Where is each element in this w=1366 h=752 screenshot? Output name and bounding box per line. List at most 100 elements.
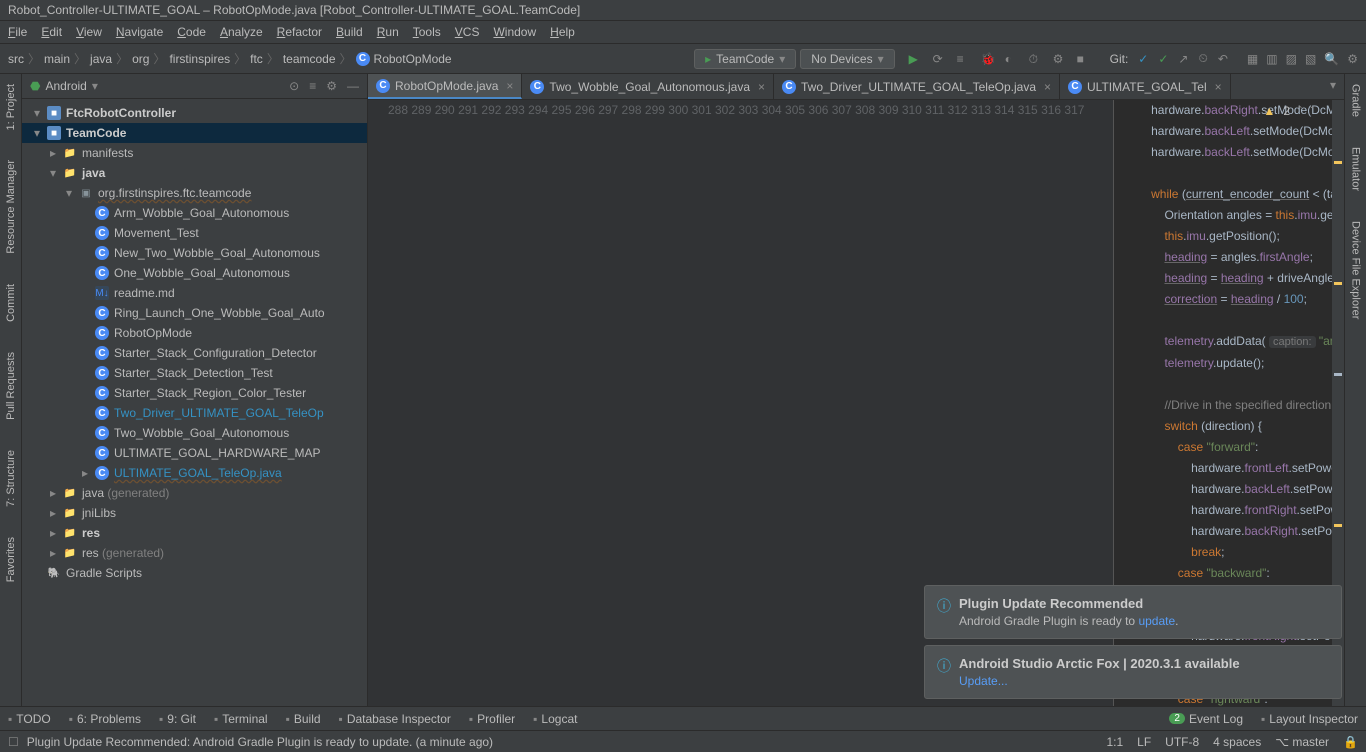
menu-edit[interactable]: Edit (41, 25, 62, 39)
close-tab-icon[interactable]: × (758, 80, 765, 94)
tree-item[interactable]: CRobotOpMode (22, 323, 367, 343)
tree-item[interactable]: ▸📁manifests (22, 143, 367, 163)
tool-window-device-file-explorer[interactable]: Device File Explorer (1350, 216, 1362, 324)
device-selector[interactable]: No Devices▾ (800, 49, 894, 69)
vcs-update-icon[interactable]: ✓ (1138, 52, 1148, 66)
tree-item[interactable]: CRing_Launch_One_Wobble_Goal_Auto (22, 303, 367, 323)
vcs-rollback-icon[interactable]: ↶ (1218, 52, 1228, 66)
tool-window-emulator[interactable]: Emulator (1350, 142, 1362, 196)
tool-window-resource-manager[interactable]: Resource Manager (5, 155, 17, 259)
tree-item[interactable]: ▸📁res (22, 523, 367, 543)
breadcrumb-item[interactable]: ftc (250, 52, 263, 66)
tree-item[interactable]: 🐘Gradle Scripts (22, 563, 367, 583)
menu-refactor[interactable]: Refactor (277, 25, 322, 39)
breadcrumb-item[interactable]: main (44, 52, 70, 66)
menu-navigate[interactable]: Navigate (116, 25, 163, 39)
tree-item[interactable]: ▸📁jniLibs (22, 503, 367, 523)
bottom-tool-database-inspector[interactable]: ▪ Database Inspector (339, 712, 451, 726)
lock-icon[interactable]: 🔒 (1343, 735, 1358, 749)
notification-link[interactable]: update (1138, 614, 1175, 628)
status-widget[interactable]: UTF-8 (1165, 735, 1199, 749)
tool-window-favorites[interactable]: Favorites (5, 532, 17, 587)
tree-item[interactable]: ▾■TeamCode (22, 123, 367, 143)
bottom-tool-logcat[interactable]: ▪ Logcat (533, 712, 577, 726)
menu-build[interactable]: Build (336, 25, 363, 39)
editor-tab[interactable]: CTwo_Driver_ULTIMATE_GOAL_TeleOp.java× (774, 74, 1060, 99)
menu-tools[interactable]: Tools (413, 25, 441, 39)
close-tab-icon[interactable]: × (1044, 80, 1051, 94)
breadcrumb-item[interactable]: firstinspires (169, 52, 230, 66)
attach-icon[interactable]: ⚙ (1053, 52, 1067, 66)
run-icon[interactable]: ▶ (909, 52, 923, 66)
coverage-icon[interactable]: ◐ (1005, 52, 1019, 66)
close-tab-icon[interactable]: × (506, 79, 513, 93)
tree-item[interactable]: ▸📁res (generated) (22, 543, 367, 563)
notification[interactable]: ⓘAndroid Studio Arctic Fox | 2020.3.1 av… (924, 645, 1342, 699)
notification-link[interactable]: Update... (959, 674, 1008, 688)
tool-window-commit[interactable]: Commit (5, 279, 17, 327)
tree-item[interactable]: ▸CULTIMATE_GOAL_TeleOp.java (22, 463, 367, 483)
search-icon[interactable]: 🔍 (1324, 52, 1339, 66)
bottom-tool-terminal[interactable]: ▪ Terminal (214, 712, 268, 726)
menu-window[interactable]: Window (493, 25, 536, 39)
tree-item[interactable]: CTwo_Wobble_Goal_Autonomous (22, 423, 367, 443)
status-widget[interactable]: 4 spaces (1213, 735, 1261, 749)
inspection-widget[interactable]: ▲ 2 ˆˇ (1263, 104, 1314, 118)
tree-item[interactable]: CNew_Two_Wobble_Goal_Autonomous (22, 243, 367, 263)
debug-icon[interactable]: ≡ (957, 52, 971, 66)
status-widget[interactable]: 1:1 (1106, 735, 1123, 749)
tree-item[interactable]: ▾▣org.firstinspires.ftc.teamcode (22, 183, 367, 203)
menu-analyze[interactable]: Analyze (220, 25, 263, 39)
tree-item[interactable]: ▸📁java (generated) (22, 483, 367, 503)
bottom-tool----problems[interactable]: ▪ 6: Problems (69, 712, 141, 726)
notification[interactable]: ⓘPlugin Update RecommendedAndroid Gradle… (924, 585, 1342, 639)
tree-item[interactable]: COne_Wobble_Goal_Autonomous (22, 263, 367, 283)
bug-icon[interactable]: 🐞 (981, 52, 995, 66)
sync-icon[interactable]: ▨ (1286, 52, 1297, 66)
settings-icon[interactable]: ⚙ (1347, 52, 1358, 66)
run-config-selector[interactable]: ▸TeamCode▾ (694, 49, 796, 69)
editor-tab[interactable]: CTwo_Wobble_Goal_Autonomous.java× (522, 74, 774, 99)
menu-vcs[interactable]: VCS (455, 25, 480, 39)
tabs-dropdown-icon[interactable]: ▾ (1322, 74, 1344, 99)
expand-icon[interactable]: ≡ (309, 79, 316, 93)
menu-run[interactable]: Run (377, 25, 399, 39)
tree-item[interactable]: M↓readme.md (22, 283, 367, 303)
stop-icon[interactable]: ■ (1077, 52, 1091, 66)
menu-file[interactable]: File (8, 25, 27, 39)
tree-item[interactable]: CArm_Wobble_Goal_Autonomous (22, 203, 367, 223)
layout-icon[interactable]: ▧ (1305, 52, 1316, 66)
menu-code[interactable]: Code (177, 25, 206, 39)
bottom-tool-todo[interactable]: ▪ TODO (8, 712, 51, 726)
breadcrumb-item[interactable]: RobotOpMode (374, 52, 452, 66)
project-view-selector[interactable]: ⬣ Android ▾ (30, 79, 283, 93)
editor-tab[interactable]: CULTIMATE_GOAL_Tel× (1060, 74, 1231, 99)
tree-item[interactable]: ▾■FtcRobotController (22, 103, 367, 123)
tree-item[interactable]: CStarter_Stack_Region_Color_Tester (22, 383, 367, 403)
editor-tab[interactable]: CRobotOpMode.java× (368, 74, 522, 99)
breadcrumb-item[interactable]: teamcode (283, 52, 336, 66)
tree-item[interactable]: CStarter_Stack_Detection_Test (22, 363, 367, 383)
tool-window-pull-requests[interactable]: Pull Requests (5, 347, 17, 425)
tree-item[interactable]: CTwo_Driver_ULTIMATE_GOAL_TeleOp (22, 403, 367, 423)
vcs-commit-icon[interactable]: ✓ (1158, 52, 1168, 66)
avd-icon[interactable]: ▦ (1247, 52, 1258, 66)
tool-settings-icon[interactable]: ⚙ (326, 79, 337, 93)
breadcrumb-item[interactable]: src (8, 52, 24, 66)
bottom-tool-profiler[interactable]: ▪ Profiler (469, 712, 515, 726)
breadcrumb-item[interactable]: org (132, 52, 149, 66)
status-widget[interactable]: LF (1137, 735, 1151, 749)
vcs-push-icon[interactable]: ↗ (1178, 52, 1188, 66)
status-widget[interactable]: ⌥ master (1275, 735, 1329, 749)
sdk-icon[interactable]: ▥ (1266, 52, 1277, 66)
apply-changes-icon[interactable]: ⟳ (933, 52, 947, 66)
project-tree[interactable]: ▾■FtcRobotController▾■TeamCode▸📁manifest… (22, 99, 367, 587)
close-tab-icon[interactable]: × (1215, 80, 1222, 94)
tree-item[interactable]: CULTIMATE_GOAL_HARDWARE_MAP (22, 443, 367, 463)
breadcrumb-item[interactable]: java (90, 52, 112, 66)
tool-window-gradle[interactable]: Gradle (1350, 79, 1362, 122)
vcs-history-icon[interactable]: ⏲ (1198, 51, 1207, 66)
menu-help[interactable]: Help (550, 25, 575, 39)
tree-item[interactable]: ▾📁java (22, 163, 367, 183)
select-opened-icon[interactable]: ⊙ (289, 79, 299, 93)
